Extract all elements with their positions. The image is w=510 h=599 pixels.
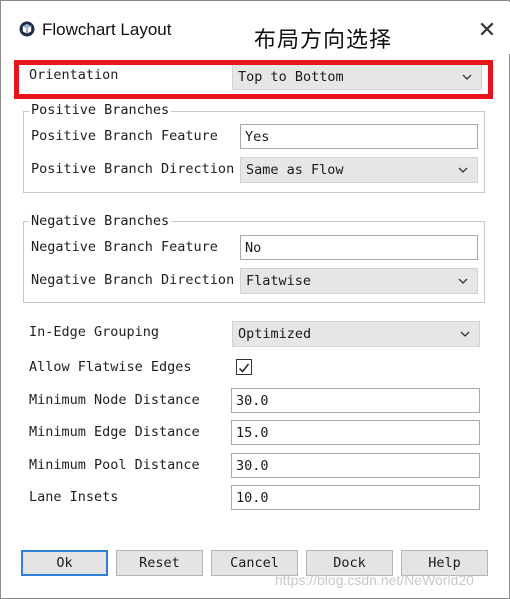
positive-branch-direction-select[interactable]: Same as Flow [240,157,478,183]
negative-branch-feature-label: Negative Branch Feature [31,239,218,255]
in-edge-grouping-label: In-Edge Grouping [29,324,160,340]
min-edge-distance-value: 15.0 [236,425,269,441]
lane-insets-label: Lane Insets [29,489,119,505]
min-edge-distance-input[interactable]: 15.0 [231,420,480,445]
watermark: https://blog.csdn.net/NeWorld20 [275,572,474,588]
min-node-distance-label: Minimum Node Distance [29,392,200,408]
window-title: Flowchart Layout [42,20,172,39]
min-pool-distance-label: Minimum Pool Distance [29,457,200,473]
allow-flatwise-edges-label: Allow Flatwise Edges [29,359,192,375]
negative-branch-feature-input[interactable]: No [240,235,478,260]
min-pool-distance-value: 30.0 [236,458,269,474]
allow-flatwise-edges-checkbox[interactable] [236,359,252,375]
annotation-caption: 布局方向选择 [254,28,393,53]
min-node-distance-input[interactable]: 30.0 [231,388,480,413]
flowchart-layout-dialog: Flowchart Layout 布局方向选择 ✕ Orientation To… [0,0,510,599]
chevron-down-icon [460,331,470,337]
positive-branch-feature-label: Positive Branch Feature [31,128,218,144]
chevron-down-icon [458,167,468,173]
negative-branches-title: Negative Branches [29,213,172,229]
close-button[interactable]: ✕ [472,16,502,46]
positive-branch-feature-input[interactable]: Yes [240,124,478,149]
negative-branch-direction-select[interactable]: Flatwise [240,268,478,294]
positive-branches-title: Positive Branches [29,102,172,118]
min-node-distance-value: 30.0 [236,393,269,409]
cube-icon [19,21,35,37]
close-icon: ✕ [477,18,497,43]
reset-button[interactable]: Reset [116,550,203,576]
chevron-down-icon [458,278,468,284]
checkmark-icon [238,363,250,373]
negative-branch-feature-value: No [245,240,262,256]
positive-branch-feature-value: Yes [245,129,270,145]
lane-insets-value: 10.0 [236,490,269,506]
ok-button[interactable]: Ok [21,550,108,576]
lane-insets-input[interactable]: 10.0 [231,485,480,510]
min-edge-distance-label: Minimum Edge Distance [29,424,200,440]
negative-branch-direction-value: Flatwise [246,273,312,289]
in-edge-grouping-value: Optimized [238,326,312,342]
title-bar: Flowchart Layout 布局方向选择 ✕ [2,2,510,54]
positive-branch-direction-label: Positive Branch Direction [31,161,235,177]
negative-branch-direction-label: Negative Branch Direction [31,272,235,288]
highlight-box [14,60,493,99]
min-pool-distance-input[interactable]: 30.0 [231,453,480,478]
positive-branch-direction-value: Same as Flow [246,162,344,178]
in-edge-grouping-select[interactable]: Optimized [232,321,480,347]
